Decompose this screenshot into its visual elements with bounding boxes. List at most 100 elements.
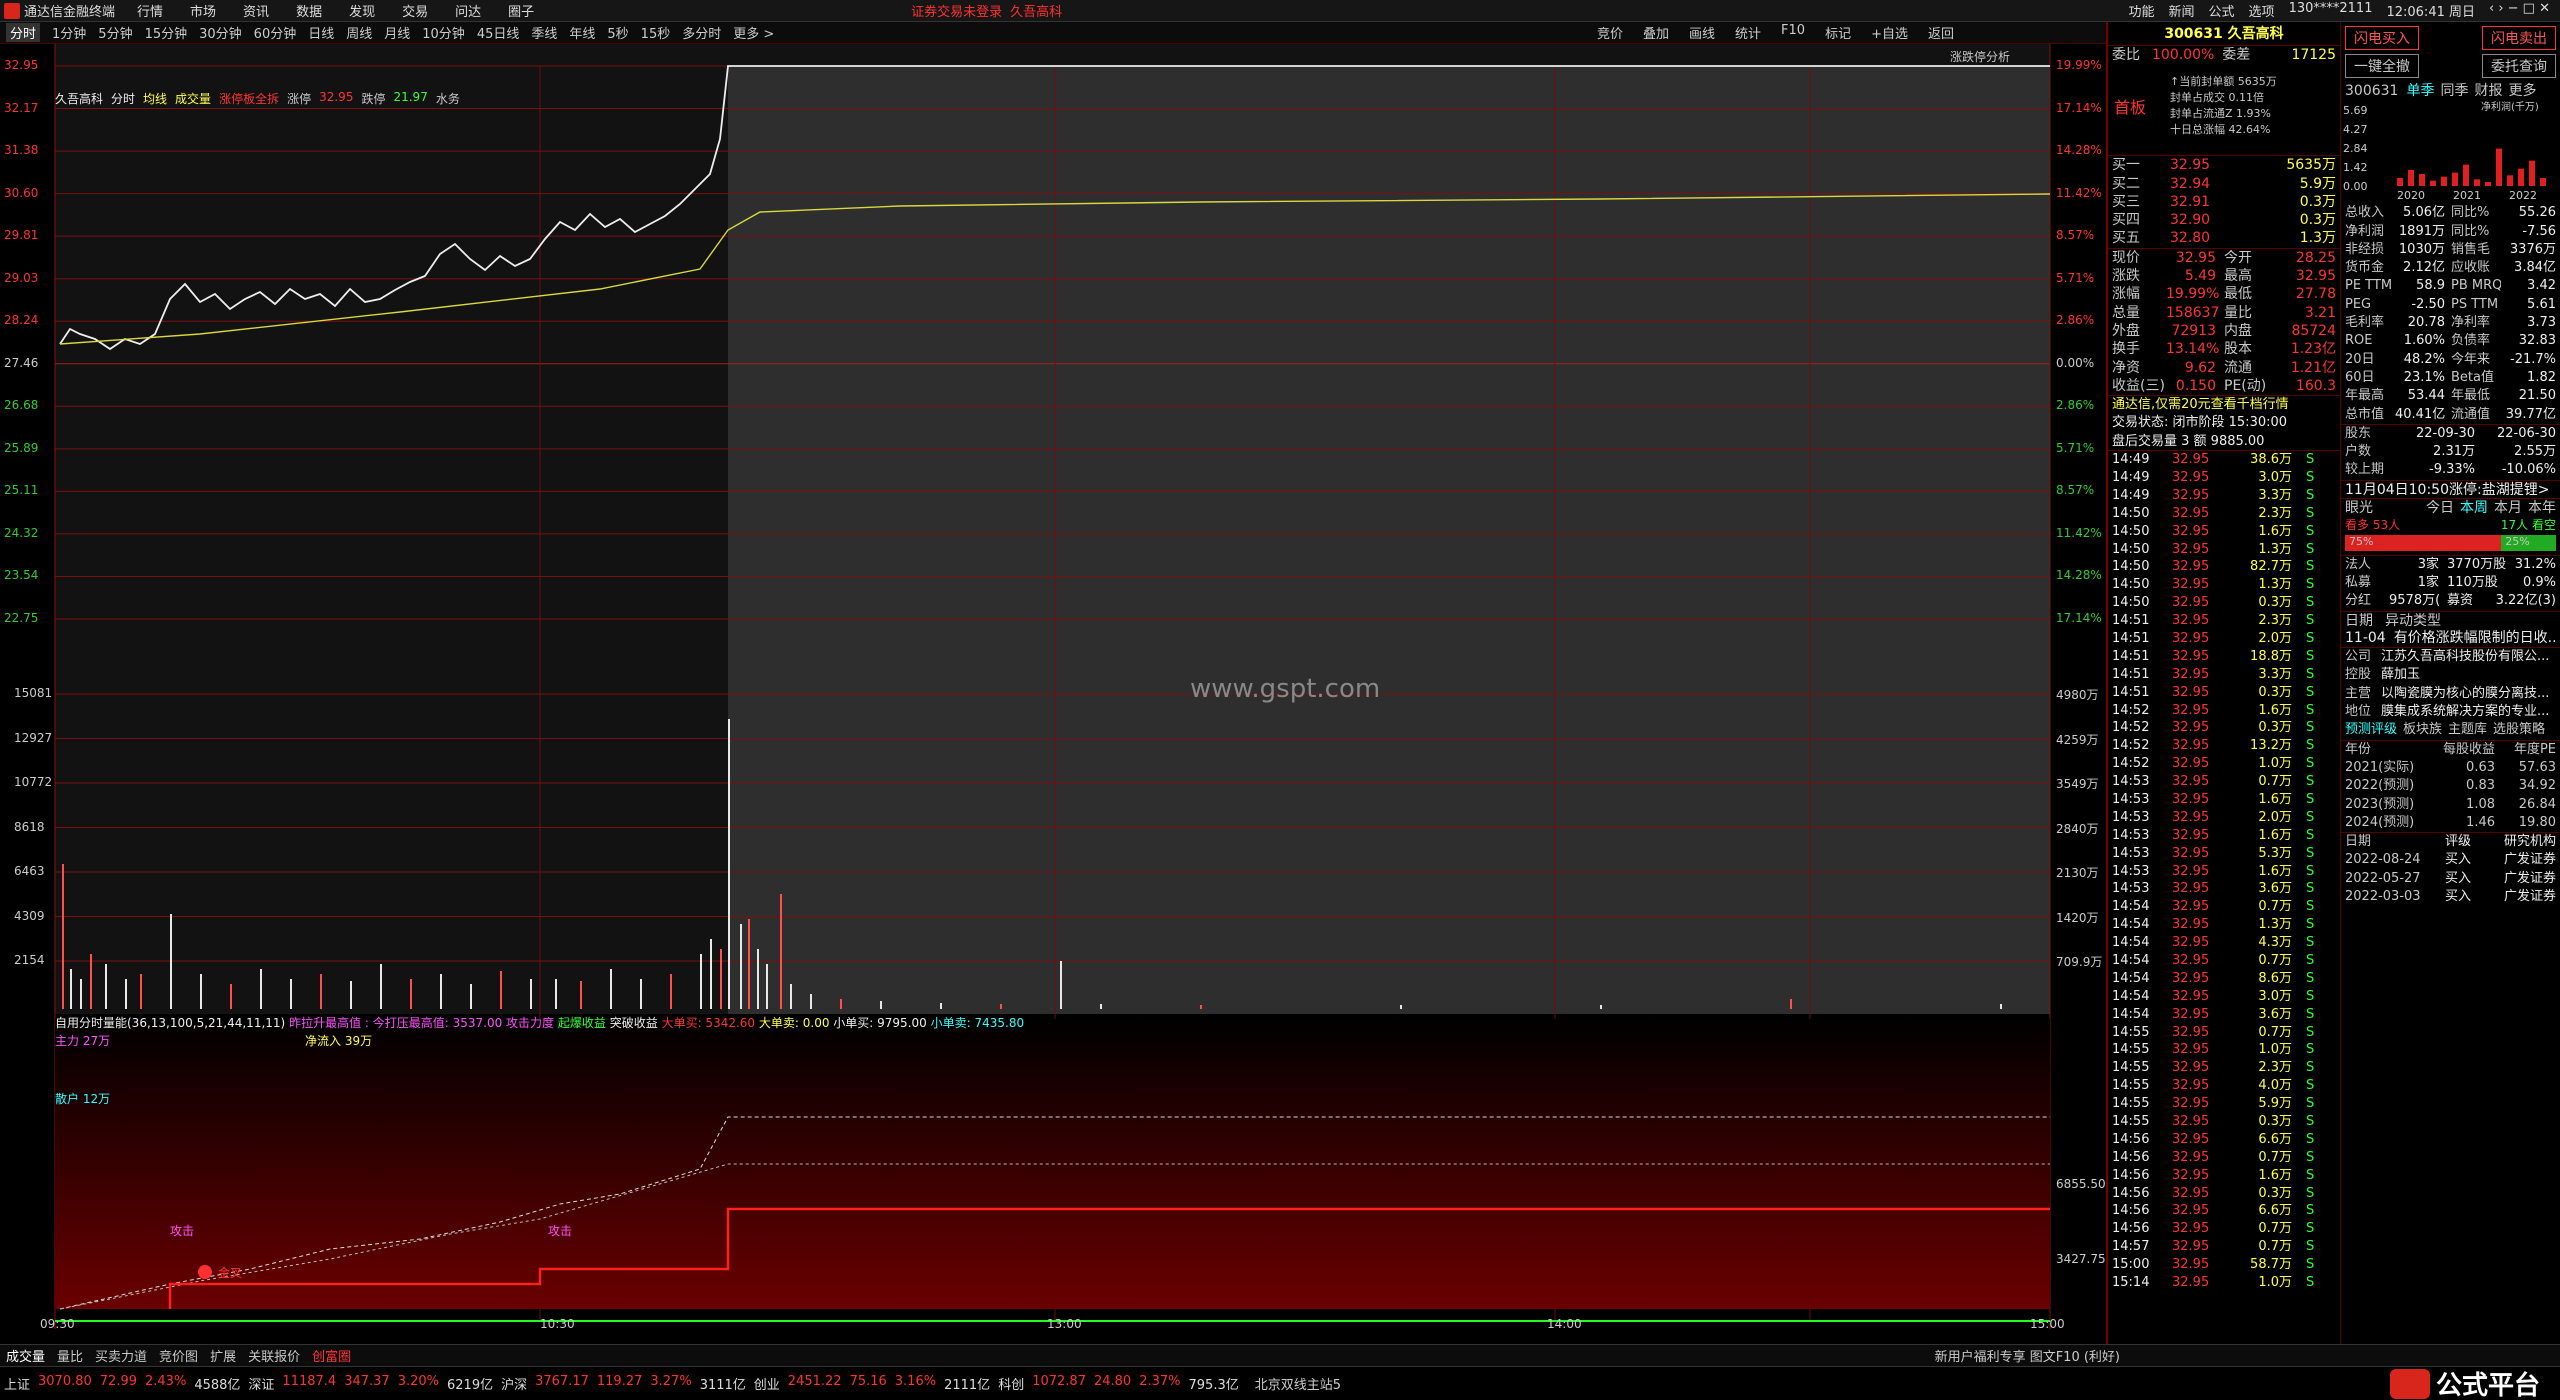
tab-report[interactable]: 财报 [2474, 82, 2502, 100]
legend-avg[interactable]: 均线 [143, 90, 167, 107]
tool-overlay[interactable]: 叠加 [1643, 23, 1669, 42]
period-intraday[interactable]: 分时 [6, 23, 41, 42]
link-forecast[interactable]: 预测评级 [2345, 721, 2397, 739]
server-name[interactable]: 北京双线主站5 [1255, 1374, 1341, 1393]
tab-auction-chart[interactable]: 竞价图 [159, 1346, 198, 1365]
window-controls-icon[interactable]: ‹ › − □ ✕ [2489, 1, 2550, 20]
login-warning[interactable]: 证券交易未登录 [911, 1, 1002, 20]
menu-options[interactable]: 选项 [2249, 1, 2275, 20]
level2-ad[interactable]: 通达信,仅需20元查看千档行情 [2108, 396, 2340, 414]
menu-circle[interactable]: 圈子 [508, 1, 534, 20]
flash-buy-button[interactable]: 闪电买入 [2345, 26, 2419, 50]
bid-row: 买四 32.90 0.3万 [2108, 211, 2340, 229]
legend-sector[interactable]: 水务 [436, 90, 460, 107]
tab-same[interactable]: 同季 [2440, 82, 2468, 100]
link-strategy[interactable]: 选股策略 [2493, 721, 2545, 739]
tool-mark[interactable]: 标记 [1825, 23, 1851, 42]
legend-limit[interactable]: 涨停板全拆 [219, 90, 279, 107]
user-account[interactable]: 130****2111 [2289, 1, 2373, 20]
holders-cell: 22-06-30 [2496, 425, 2556, 441]
tab-extend[interactable]: 扩展 [210, 1346, 236, 1365]
view-week[interactable]: 本周 [2460, 499, 2488, 516]
menu-formula[interactable]: 公式 [2209, 1, 2235, 20]
view-today[interactable]: 今日 [2426, 499, 2454, 516]
tab-volume[interactable]: 成交量 [6, 1346, 45, 1365]
event-row[interactable]: 11-04 有价格涨跌幅限制的日收... [2341, 629, 2560, 647]
period-30m[interactable]: 30分钟 [199, 23, 242, 42]
menu-ask[interactable]: 问达 [455, 1, 481, 20]
tick-row: 14:53 32.95 1.6万 S [2108, 827, 2340, 845]
legend-stock: 久吾高科 [55, 92, 104, 106]
promo-text[interactable]: 新用户福利专享 图文F10 (利好) [1935, 1346, 2120, 1365]
link-theme[interactable]: 主题库 [2448, 721, 2487, 739]
period-quarter[interactable]: 季线 [531, 23, 557, 42]
flash-sell-button[interactable]: 闪电卖出 [2482, 26, 2556, 50]
tick-side-icon: S [2306, 630, 2315, 646]
tab-related[interactable]: 关联报价 [248, 1346, 300, 1365]
index-field[interactable]: 上证 [4, 1374, 30, 1393]
tool-auction[interactable]: 竞价 [1597, 23, 1623, 42]
tool-back[interactable]: 返回 [1928, 23, 1954, 42]
period-10m[interactable]: 10分钟 [422, 23, 465, 42]
period-week[interactable]: 周线 [346, 23, 372, 42]
inst-cell: 私募 [2345, 574, 2372, 590]
limit-analysis[interactable]: 涨跌停分析 [1950, 48, 2010, 65]
period-60m[interactable]: 60分钟 [254, 23, 297, 42]
index-field[interactable]: 科创 [998, 1374, 1024, 1393]
pct-tick: 5.71% [2056, 440, 2095, 455]
legend-intraday[interactable]: 分时 [111, 90, 135, 107]
golden-cross-label: 金叉 [218, 1266, 243, 1280]
order-query-button[interactable]: 委托查询 [2482, 54, 2556, 78]
period-day[interactable]: 日线 [308, 23, 334, 42]
ind-name[interactable]: 自用分时量能(36,13,100,5,21,44,11,11) [55, 1016, 285, 1030]
period-15m[interactable]: 15分钟 [145, 23, 188, 42]
tab-quarter[interactable]: 单季 [2406, 82, 2434, 100]
quote-value: 72913 [2171, 322, 2216, 339]
tool-f10[interactable]: F10 [1781, 23, 1805, 42]
finrows-cell: 1030万 [2398, 241, 2445, 257]
menu-quote[interactable]: 行情 [137, 1, 163, 20]
period-45d[interactable]: 45日线 [477, 23, 520, 42]
period-5m[interactable]: 5分钟 [98, 23, 132, 42]
menu-trade[interactable]: 交易 [402, 1, 428, 20]
price-tick: 30.60 [4, 185, 39, 200]
link-sector[interactable]: 板块族 [2403, 721, 2442, 739]
tab-circle[interactable]: 创富圈 [312, 1346, 351, 1365]
index-field[interactable]: 沪深 [501, 1374, 527, 1393]
period-year[interactable]: 年线 [569, 23, 595, 42]
tool-stats[interactable]: 统计 [1735, 23, 1761, 42]
index-field: 24.80 [1093, 1374, 1132, 1389]
index-field: 72.99 [99, 1374, 137, 1389]
tab-volume-ratio[interactable]: 量比 [57, 1346, 83, 1365]
menu-data[interactable]: 数据 [296, 1, 322, 20]
view-month[interactable]: 本月 [2494, 499, 2522, 516]
tool-watchlist[interactable]: +自选 [1871, 23, 1908, 42]
index-field[interactable]: 创业 [754, 1374, 780, 1393]
tick-volume: 3.6万 [2258, 1006, 2292, 1022]
menu-news[interactable]: 新闻 [2169, 1, 2195, 20]
period-more[interactable]: 更多 > [733, 23, 774, 42]
period-multi[interactable]: 多分时 [682, 23, 721, 42]
tab-more[interactable]: 更多 [2508, 82, 2536, 100]
period-1m[interactable]: 1分钟 [52, 23, 86, 42]
view-year[interactable]: 本年 [2528, 499, 2556, 516]
tick-volume: 0.3万 [2258, 595, 2292, 611]
menu-market[interactable]: 市场 [190, 1, 216, 20]
period-15s[interactable]: 15秒 [641, 23, 671, 42]
cancel-all-button[interactable]: 一键全撤 [2345, 54, 2419, 78]
legend-volume[interactable]: 成交量 [175, 90, 211, 107]
period-month[interactable]: 月线 [384, 23, 410, 42]
tool-draw[interactable]: 画线 [1689, 23, 1715, 42]
period-5s[interactable]: 5秒 [607, 23, 628, 42]
index-field[interactable]: 深证 [248, 1374, 274, 1393]
volume-bar [580, 981, 582, 1009]
intraday-chart[interactable]: 09:30 10:30 13:00 14:00 15:00 久吾高科 分时 均线 成交量… [0, 44, 2110, 1329]
tick-price: 32.95 [2172, 1096, 2210, 1112]
tab-force[interactable]: 买卖力道 [95, 1346, 147, 1365]
menu-info[interactable]: 资讯 [243, 1, 269, 20]
menu-discover[interactable]: 发现 [349, 1, 375, 20]
holders-cell: -9.33% [2429, 462, 2475, 478]
tick-list[interactable]: 14:49 32.95 38.6万 S 14:49 32.95 3.0万 S 14:49 32.9… [2108, 451, 2340, 1292]
news-link[interactable]: 11月04日10:50涨停:盐湖提锂> [2341, 479, 2560, 498]
menu-function[interactable]: 功能 [2129, 1, 2155, 20]
